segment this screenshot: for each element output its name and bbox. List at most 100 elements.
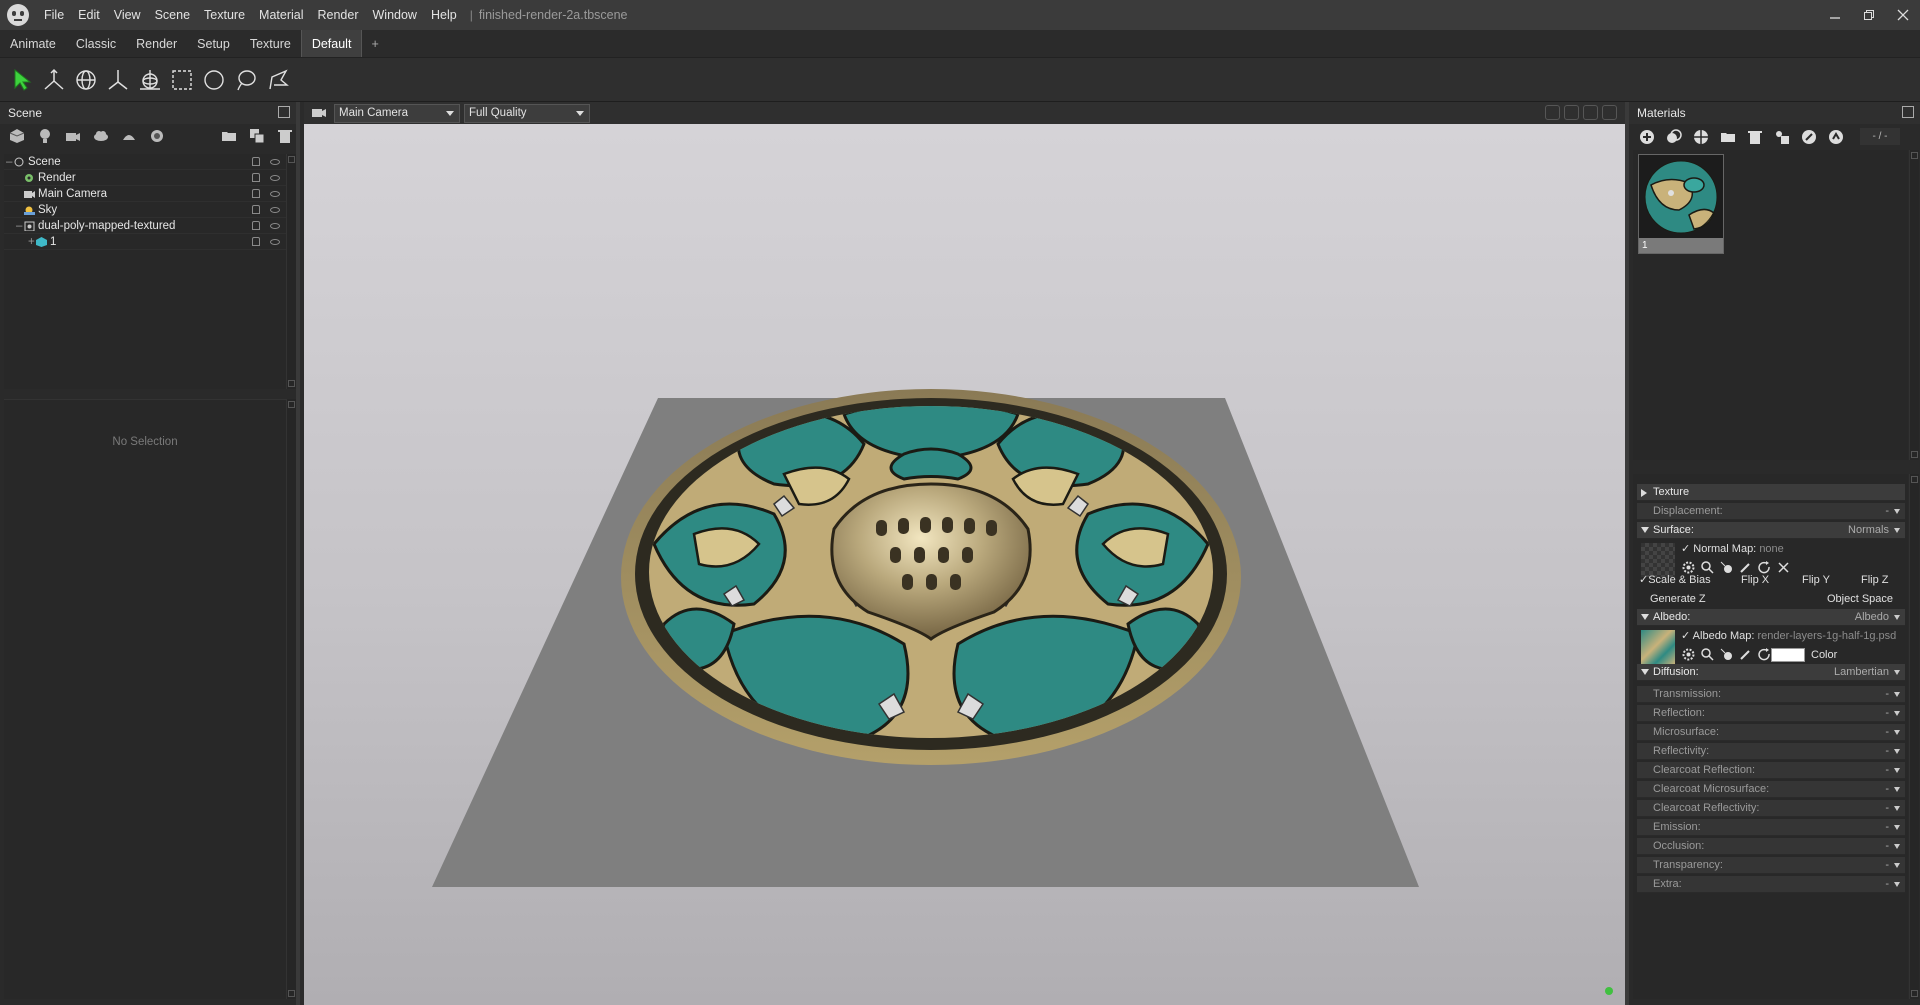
3d-viewport[interactable]: Main Camera Full Quality	[304, 102, 1625, 1005]
section-extra[interactable]: Extra: -	[1637, 876, 1905, 893]
tab-render[interactable]: Render	[126, 30, 187, 57]
tree-item-scene[interactable]: – Scene	[4, 154, 286, 170]
tree-item-render[interactable]: Render	[4, 170, 286, 186]
tab-animate[interactable]: Animate	[0, 30, 66, 57]
scale-tool[interactable]	[102, 64, 134, 96]
select-tool[interactable]	[6, 64, 38, 96]
maximize-button[interactable]	[1852, 0, 1886, 30]
section-occlusion[interactable]: Occlusion: -	[1637, 838, 1905, 855]
new-material-button[interactable]	[1637, 127, 1657, 147]
visibility-eye-icon[interactable]	[270, 223, 280, 229]
add-shadow-catcher-button[interactable]	[118, 126, 140, 146]
material-properties-scrollbar[interactable]	[1909, 474, 1919, 999]
visibility-eye-icon[interactable]	[270, 207, 280, 213]
menu-window[interactable]: Window	[366, 0, 424, 30]
polygon-lasso-tool[interactable]	[262, 64, 294, 96]
delete-button[interactable]	[274, 126, 296, 146]
section-clearcoat-reflection[interactable]: Clearcoat Reflection: -	[1637, 762, 1905, 779]
scroll-up-arrow[interactable]	[1911, 152, 1918, 159]
menu-view[interactable]: View	[107, 0, 148, 30]
transform-tool[interactable]	[134, 64, 166, 96]
lock-icon[interactable]	[252, 173, 260, 182]
move-tool[interactable]	[38, 64, 70, 96]
add-fog-button[interactable]	[90, 126, 112, 146]
menu-file[interactable]: File	[37, 0, 71, 30]
visibility-eye-icon[interactable]	[270, 191, 280, 197]
add-tab-button[interactable]: +	[362, 30, 387, 57]
add-light-button[interactable]	[34, 126, 56, 146]
scroll-down-arrow[interactable]	[288, 990, 295, 997]
delete-material-button[interactable]	[1745, 127, 1765, 147]
lasso-tool[interactable]	[230, 64, 262, 96]
frame-icon[interactable]	[1583, 105, 1598, 120]
duplicate-material-button[interactable]	[1664, 127, 1684, 147]
section-albedo[interactable]: Albedo: Albedo	[1637, 609, 1905, 626]
visibility-eye-icon[interactable]	[270, 239, 280, 245]
add-sky-button[interactable]	[146, 126, 168, 146]
section-surface[interactable]: Surface: Normals	[1637, 522, 1905, 539]
gear-icon[interactable]	[1681, 647, 1696, 662]
add-camera-button[interactable]	[62, 126, 84, 146]
duplicate-button[interactable]	[246, 126, 268, 146]
popout-icon[interactable]	[278, 106, 290, 118]
tree-item-sky[interactable]: Sky	[4, 202, 286, 218]
section-displacement[interactable]: Displacement: -	[1637, 503, 1905, 520]
rotate-tool[interactable]	[70, 64, 102, 96]
viewport-camera-button[interactable]	[308, 103, 330, 123]
tree-item-dual-poly[interactable]: – dual-poly-mapped-textured	[4, 218, 286, 234]
menu-render[interactable]: Render	[311, 0, 366, 30]
section-transparency[interactable]: Transparency: -	[1637, 857, 1905, 874]
tab-classic[interactable]: Classic	[66, 30, 126, 57]
section-clearcoat-reflectivity[interactable]: Clearcoat Reflectivity: -	[1637, 800, 1905, 817]
menu-edit[interactable]: Edit	[71, 0, 107, 30]
rect-select-tool[interactable]	[166, 64, 198, 96]
material-thumbnail[interactable]: 1	[1638, 154, 1724, 254]
lock-icon[interactable]	[252, 237, 260, 246]
camera-select[interactable]: Main Camera	[334, 103, 460, 123]
ellipse-select-tool[interactable]	[198, 64, 230, 96]
tab-default[interactable]: Default	[300, 30, 363, 57]
fullscreen-icon[interactable]	[1602, 105, 1617, 120]
properties-scrollbar[interactable]	[286, 399, 296, 999]
section-emission[interactable]: Emission: -	[1637, 819, 1905, 836]
menu-scene[interactable]: Scene	[148, 0, 197, 30]
minimize-button[interactable]	[1818, 0, 1852, 30]
section-transmission[interactable]: Transmission: -	[1637, 686, 1905, 703]
refresh-icon[interactable]	[1757, 647, 1772, 662]
menu-texture[interactable]: Texture	[197, 0, 252, 30]
paint-icon[interactable]	[1719, 647, 1734, 662]
lock-icon[interactable]	[252, 221, 260, 230]
popout-icon[interactable]	[1902, 106, 1914, 118]
tree-item-main-camera[interactable]: Main Camera	[4, 186, 286, 202]
scroll-down-arrow[interactable]	[288, 380, 295, 387]
eyedropper-icon[interactable]	[1738, 647, 1753, 662]
search-icon[interactable]	[1700, 647, 1715, 662]
scroll-up-arrow[interactable]	[1911, 476, 1918, 483]
open-material-button[interactable]	[1718, 127, 1738, 147]
pan-icon[interactable]	[1564, 105, 1579, 120]
assign-material-button[interactable]	[1772, 127, 1792, 147]
lock-icon[interactable]	[252, 205, 260, 214]
scroll-down-arrow[interactable]	[1911, 990, 1918, 997]
tab-texture[interactable]: Texture	[240, 30, 301, 57]
folder-button[interactable]	[218, 126, 240, 146]
section-reflection[interactable]: Reflection: -	[1637, 705, 1905, 722]
scroll-up-arrow[interactable]	[288, 156, 295, 163]
section-microsurface[interactable]: Microsurface: -	[1637, 724, 1905, 741]
tree-item-mesh-1[interactable]: + 1	[4, 234, 286, 250]
scroll-down-arrow[interactable]	[1911, 451, 1918, 458]
scroll-up-arrow[interactable]	[288, 401, 295, 408]
albedo-color-swatch[interactable]	[1771, 648, 1805, 662]
library-scrollbar[interactable]	[1909, 150, 1919, 460]
close-button[interactable]	[1886, 0, 1920, 30]
scale-bias-checkbox[interactable]: ✓ Scale & Bias	[1639, 573, 1711, 586]
add-object-button[interactable]	[6, 126, 28, 146]
menu-help[interactable]: Help	[424, 0, 464, 30]
select-by-material-button[interactable]	[1826, 127, 1846, 147]
tab-setup[interactable]: Setup	[187, 30, 240, 57]
visibility-eye-icon[interactable]	[270, 159, 280, 165]
material-preset-button[interactable]	[1691, 127, 1711, 147]
pick-material-button[interactable]	[1799, 127, 1819, 147]
quality-select[interactable]: Full Quality	[464, 103, 590, 123]
menu-material[interactable]: Material	[252, 0, 310, 30]
